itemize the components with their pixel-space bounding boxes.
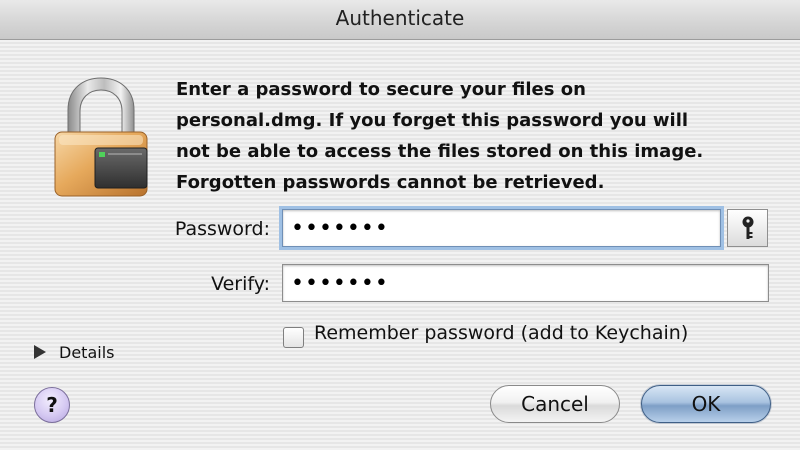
authenticate-dialog: Authenticate Enter a password to secure … — [0, 0, 800, 450]
password-field[interactable] — [282, 209, 721, 247]
help-button[interactable]: ? — [34, 387, 70, 423]
cancel-button[interactable]: Cancel — [490, 385, 620, 423]
title-bar[interactable]: Authenticate — [0, 0, 800, 40]
ok-button[interactable]: OK — [641, 385, 771, 423]
dialog-message: Enter a password to secure your files on… — [176, 79, 704, 193]
password-assistant-button[interactable] — [727, 209, 768, 247]
password-label: Password: — [174, 218, 270, 240]
remember-password-checkbox[interactable] — [283, 327, 304, 348]
lock-icon — [54, 77, 148, 197]
verify-field[interactable] — [282, 264, 769, 302]
verify-label: Verify: — [211, 273, 270, 295]
details-toggle[interactable]: Details — [59, 343, 114, 362]
window-title: Authenticate — [335, 6, 465, 30]
disclosure-triangle-icon[interactable] — [34, 345, 46, 359]
remember-password-label[interactable]: Remember password (add to Keychain) — [314, 322, 688, 344]
key-icon — [742, 216, 753, 239]
